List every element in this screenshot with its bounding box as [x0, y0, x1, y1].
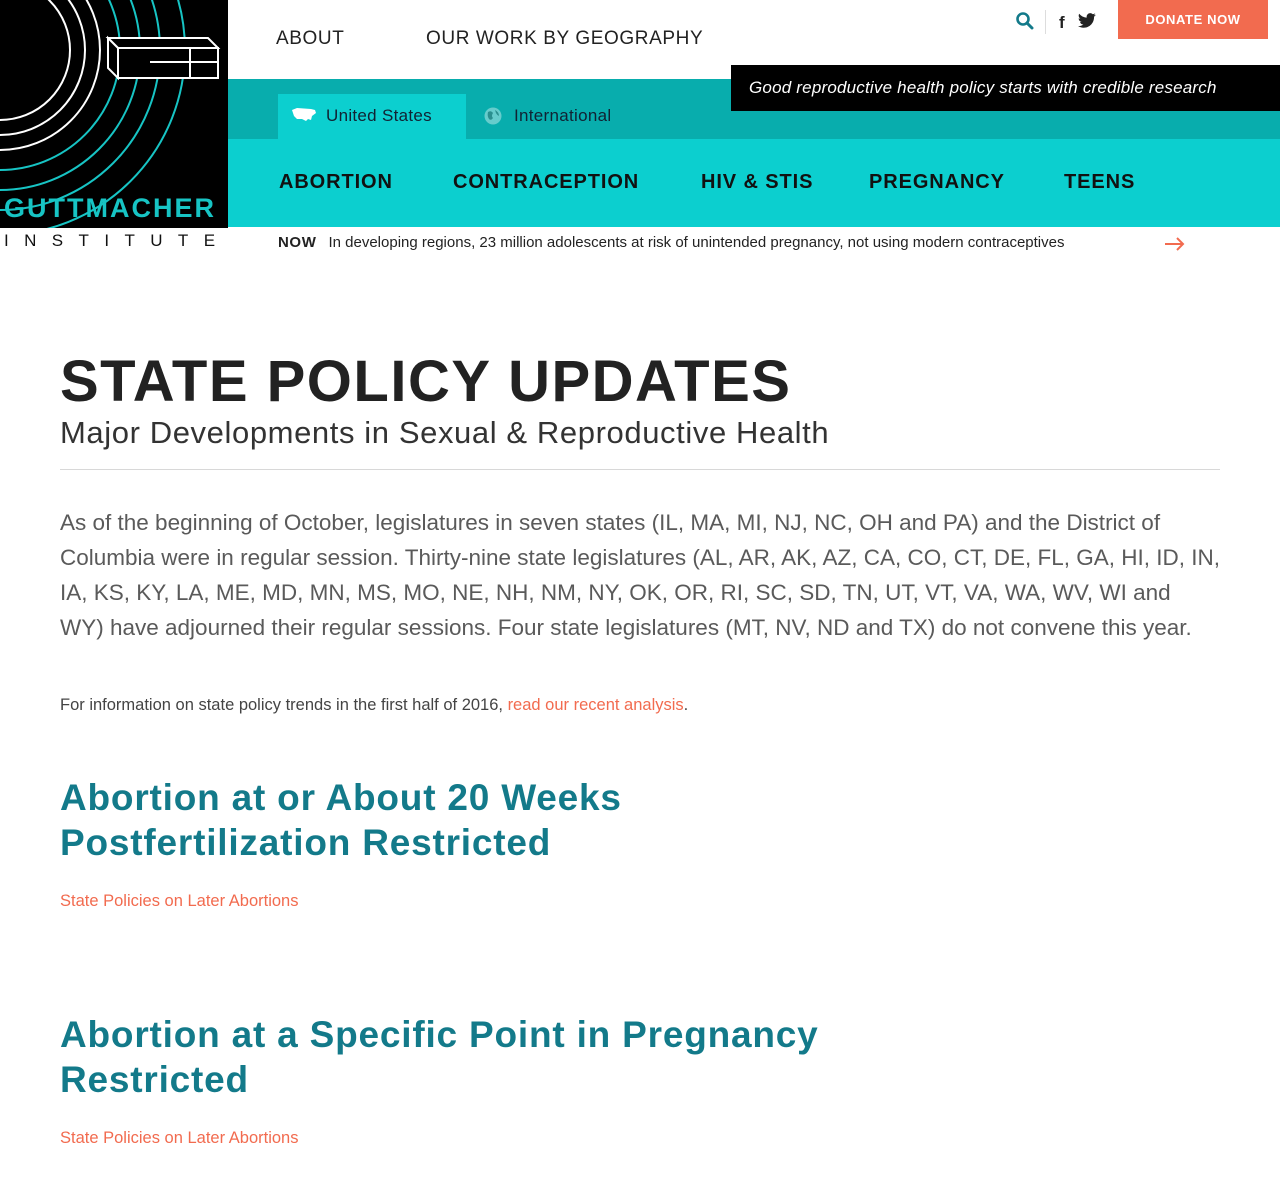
guttmacher-logo[interactable]: GUTTMACHER INSTITUTE [0, 0, 228, 258]
tab-international[interactable]: International [514, 106, 611, 126]
page-title: STATE POLICY UPDATES [60, 349, 792, 414]
logo-mark: GUTTMACHER [0, 0, 228, 228]
topic-contraception[interactable]: CONTRACEPTION [453, 171, 639, 194]
topic-teens[interactable]: TEENS [1064, 171, 1135, 194]
nav-about[interactable]: ABOUT [276, 28, 344, 50]
topic-abortion[interactable]: ABORTION [279, 171, 393, 194]
section-link[interactable]: State Policies on Later Abortions [60, 1129, 298, 1148]
globe-icon [484, 107, 502, 130]
tagline: Good reproductive health policy starts w… [731, 65, 1280, 111]
section-link[interactable]: State Policies on Later Abortions [60, 892, 298, 911]
info-paragraph: For information on state policy trends i… [60, 696, 688, 715]
section-title: Abortion at a Specific Point in Pregnanc… [60, 1012, 819, 1102]
tab-united-states-label[interactable]: United States [326, 106, 432, 126]
now-label: NOW [278, 234, 317, 251]
page-subtitle: Major Developments in Sexual & Reproduct… [60, 415, 830, 450]
divider [60, 469, 1220, 470]
intro-paragraph: As of the beginning of October, legislat… [60, 510, 1220, 640]
topic-hiv-stis[interactable]: HIV & STIS [701, 171, 813, 194]
twitter-icon[interactable] [1077, 13, 1096, 33]
arrow-right-icon[interactable] [1164, 237, 1186, 256]
facebook-icon[interactable]: f [1059, 13, 1065, 33]
logo-subtitle: INSTITUTE [4, 231, 231, 250]
section-title: Abortion at or About 20 Weeks Postfertil… [60, 775, 622, 865]
nav-our-work-by-geography[interactable]: OUR WORK BY GEOGRAPHY [426, 28, 703, 50]
section-title-line: Restricted [60, 1059, 249, 1100]
now-ticker[interactable]: NOW In developing regions, 23 million ado… [278, 234, 1064, 251]
utility-divider [1045, 10, 1046, 34]
now-text[interactable]: In developing regions, 23 million adoles… [328, 234, 1064, 251]
section-title-line: Postfertilization Restricted [60, 822, 552, 863]
search-icon[interactable] [1016, 12, 1034, 35]
section-title-line: Abortion at a Specific Point in Pregnanc… [60, 1014, 819, 1055]
topic-pregnancy[interactable]: PREGNANCY [869, 171, 1005, 194]
us-map-icon [291, 107, 317, 128]
donate-now-button[interactable]: DONATE NOW [1118, 0, 1268, 39]
logo-wordmark: GUTTMACHER [4, 193, 216, 223]
recent-analysis-link[interactable]: read our recent analysis [508, 696, 684, 714]
section-title-line: Abortion at or About 20 Weeks [60, 777, 622, 818]
info-suffix: . [683, 696, 689, 714]
info-text: For information on state policy trends i… [60, 696, 508, 714]
